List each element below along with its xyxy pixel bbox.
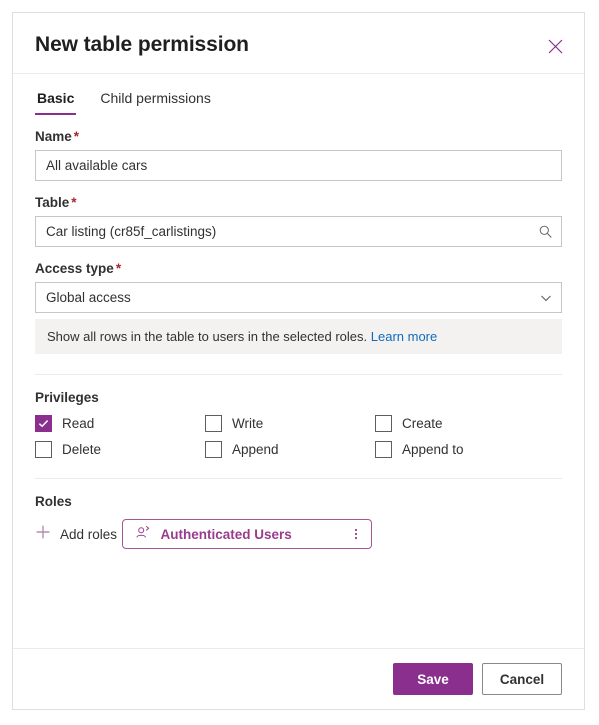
divider-roles bbox=[35, 478, 562, 479]
name-required-marker: * bbox=[73, 129, 80, 144]
access-type-select-wrapper: Global access bbox=[35, 282, 562, 313]
dialog-header: New table permission bbox=[13, 13, 584, 74]
more-vertical-icon[interactable] bbox=[345, 521, 367, 547]
table-label-text: Table bbox=[35, 195, 70, 210]
privilege-read[interactable]: Read bbox=[35, 415, 205, 432]
close-button[interactable] bbox=[540, 31, 570, 61]
privilege-append-to-label: Append to bbox=[402, 442, 464, 457]
role-chip-label: Authenticated Users bbox=[160, 526, 292, 542]
plus-icon bbox=[35, 524, 51, 545]
tab-basic[interactable]: Basic bbox=[35, 88, 77, 115]
privilege-append-to[interactable]: Append to bbox=[375, 441, 562, 458]
new-table-permission-dialog: New table permission Basic Child permiss… bbox=[12, 12, 585, 710]
access-type-label: Access type * bbox=[35, 261, 562, 276]
dialog-footer: Save Cancel bbox=[13, 648, 584, 709]
privilege-delete[interactable]: Delete bbox=[35, 441, 205, 458]
checkbox-create[interactable] bbox=[375, 415, 392, 432]
table-label: Table * bbox=[35, 195, 562, 210]
table-input-wrapper bbox=[35, 216, 562, 247]
tab-child-permissions[interactable]: Child permissions bbox=[98, 88, 212, 115]
divider-privileges bbox=[35, 374, 562, 375]
cancel-button[interactable]: Cancel bbox=[482, 663, 562, 695]
learn-more-link[interactable]: Learn more bbox=[371, 329, 437, 344]
access-type-required-marker: * bbox=[115, 261, 122, 276]
access-type-info-text: Show all rows in the table to users in t… bbox=[47, 329, 368, 344]
access-type-select[interactable]: Global access bbox=[35, 282, 562, 313]
privilege-delete-label: Delete bbox=[62, 442, 102, 457]
save-button[interactable]: Save bbox=[393, 663, 473, 695]
access-type-selected-value: Global access bbox=[46, 290, 131, 305]
role-chip-authenticated-users[interactable]: Authenticated Users bbox=[121, 519, 372, 549]
page-title: New table permission bbox=[35, 33, 249, 56]
add-roles-label: Add roles bbox=[60, 526, 118, 542]
privilege-write-label: Write bbox=[232, 416, 264, 431]
access-type-label-text: Access type bbox=[35, 261, 114, 276]
tab-list: Basic Child permissions bbox=[13, 74, 584, 115]
privileges-title: Privileges bbox=[35, 390, 99, 405]
table-input[interactable] bbox=[35, 216, 562, 247]
privilege-append[interactable]: Append bbox=[205, 441, 375, 458]
roles-title: Roles bbox=[35, 494, 72, 509]
checkbox-append-to[interactable] bbox=[375, 441, 392, 458]
name-input[interactable] bbox=[35, 150, 562, 181]
privilege-create-label: Create bbox=[402, 416, 443, 431]
user-role-icon bbox=[135, 524, 151, 545]
privilege-write[interactable]: Write bbox=[205, 415, 375, 432]
checkbox-read[interactable] bbox=[35, 415, 52, 432]
name-label-text: Name bbox=[35, 129, 72, 144]
checkbox-write[interactable] bbox=[205, 415, 222, 432]
access-type-info-banner: Show all rows in the table to users in t… bbox=[35, 319, 562, 354]
checkbox-delete[interactable] bbox=[35, 441, 52, 458]
search-icon[interactable] bbox=[538, 216, 553, 247]
dialog-body: Name* Table* Access type* bbox=[13, 115, 584, 648]
privilege-append-label: Append bbox=[232, 442, 279, 457]
table-required-marker: * bbox=[71, 195, 77, 210]
field-name: Name * bbox=[35, 129, 562, 181]
privilege-read-label: Read bbox=[62, 416, 95, 431]
privilege-create[interactable]: Create bbox=[375, 415, 562, 432]
field-access-type: Access type * Global access Show all rows… bbox=[35, 261, 562, 354]
privileges-grid: Read Write Create Delete Append Append t… bbox=[35, 415, 562, 458]
checkbox-append[interactable] bbox=[205, 441, 222, 458]
field-table: Table * bbox=[35, 195, 562, 247]
name-label: Name * bbox=[35, 129, 562, 144]
add-roles-button[interactable]: Add roles bbox=[35, 524, 117, 545]
close-icon bbox=[548, 39, 563, 54]
